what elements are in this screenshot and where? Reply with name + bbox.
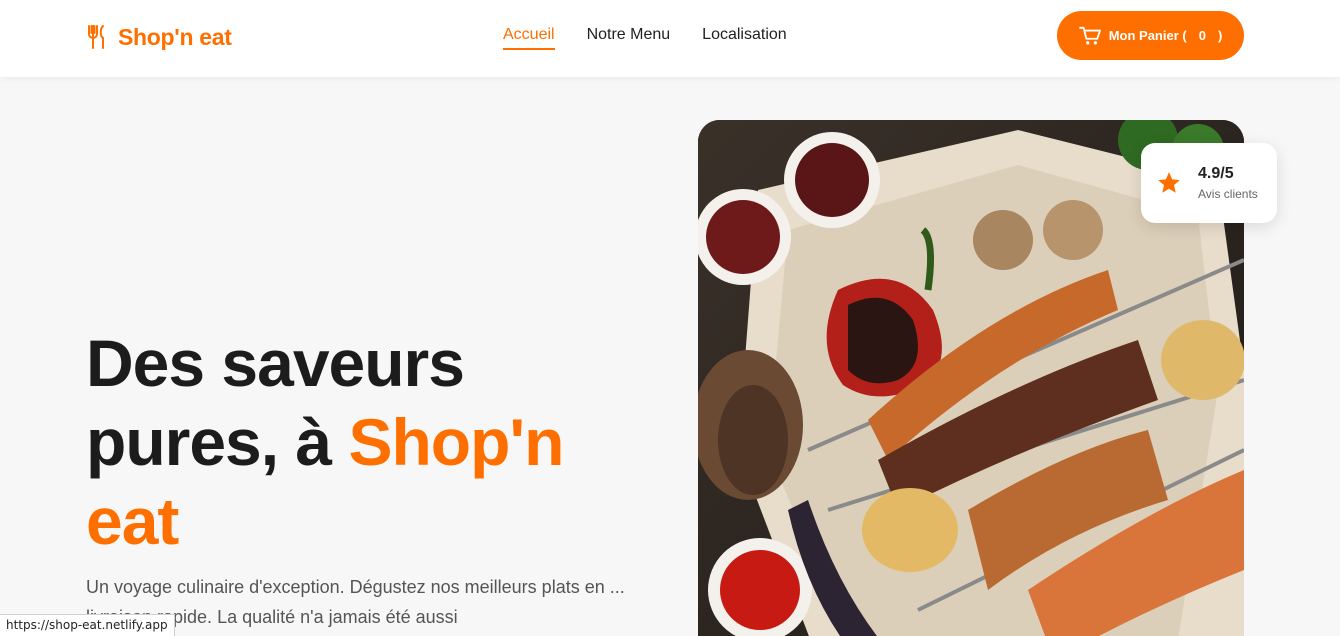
status-bar-url: https://shop-eat.netlify.app [0, 614, 175, 636]
brand-name: Shop'n eat [118, 23, 232, 50]
nav-localisation[interactable]: Localisation [702, 26, 787, 50]
cart-count: 0 [1198, 28, 1206, 43]
rating-card: 4.9/5 Avis clients [1141, 143, 1277, 223]
hero-title: Des saveurs pures, à Shop'n eat [86, 324, 646, 561]
rating-text: 4.9/5 Avis clients [1198, 165, 1258, 201]
fork-knife-icon [88, 25, 104, 49]
star-icon [1158, 172, 1180, 193]
rating-value: 4.9/5 [1198, 165, 1234, 182]
site-header: Shop'n eat Accueil Notre Menu Localisati… [0, 0, 1340, 77]
cart-label: Mon Panier ( [1108, 28, 1187, 43]
nav-notre-menu[interactable]: Notre Menu [587, 26, 671, 50]
main-nav: Accueil Notre Menu Localisation [503, 26, 787, 50]
rating-label: Avis clients [1198, 187, 1258, 201]
cart-button[interactable]: Mon Panier ( 0 ) [1057, 11, 1244, 60]
nav-accueil[interactable]: Accueil [503, 26, 555, 50]
cart-close-paren: ) [1217, 28, 1223, 43]
brand-logo[interactable]: Shop'n eat [86, 22, 232, 52]
cart-icon [1078, 26, 1101, 44]
